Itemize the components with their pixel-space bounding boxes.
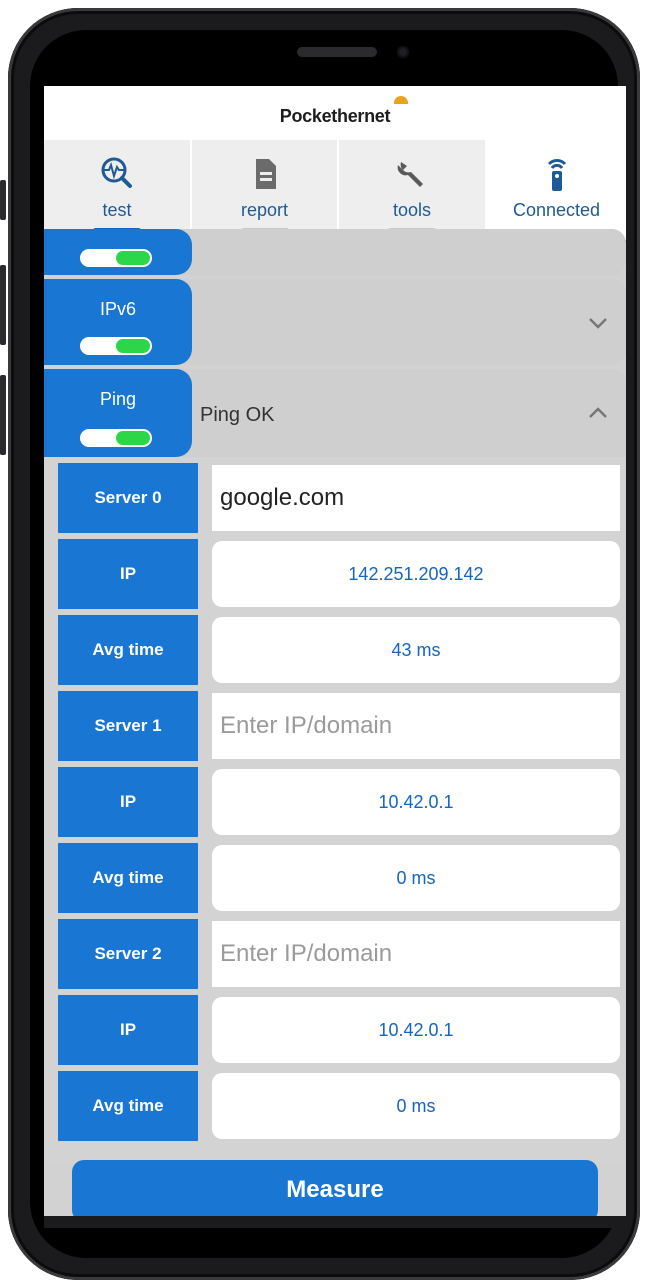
ping-toggle[interactable] [80, 429, 152, 447]
server2-input[interactable] [212, 921, 620, 987]
avg0-value: 43 ms [212, 617, 620, 683]
section-row-previous[interactable] [44, 229, 626, 275]
avg2-label: Avg time [58, 1071, 198, 1141]
server0-input[interactable] [212, 465, 620, 531]
bluetooth-device-icon [487, 154, 626, 194]
brand-logo-icon [394, 96, 408, 104]
app-header: Pockethernet [44, 86, 626, 140]
tab-report[interactable]: report [192, 140, 337, 240]
document-icon [192, 154, 337, 194]
side-button-volume-up [0, 265, 6, 345]
tab-test[interactable]: test [44, 140, 190, 240]
toggle-knob [116, 251, 150, 265]
app-screen: Pockethernet test report tools Connected… [44, 86, 626, 1216]
ip2-value: 10.42.0.1 [212, 997, 620, 1063]
ipv6-toggle[interactable] [80, 337, 152, 355]
tab-test-label: test [102, 200, 132, 220]
server1-input[interactable] [212, 693, 620, 759]
bottom-bezel [44, 1216, 626, 1228]
avg1-label: Avg time [58, 843, 198, 913]
toggle-knob [116, 431, 150, 445]
server0-label: Server 0 [58, 463, 198, 533]
ping-status: Ping OK [200, 404, 275, 426]
ip1-value: 10.42.0.1 [212, 769, 620, 835]
avg2-value: 0 ms [212, 1073, 620, 1139]
ping-row-ip1: IP 10.42.0.1 [56, 767, 620, 837]
test-content: IPv6 Ping Ping OK Server 0 I [44, 229, 626, 1216]
chevron-up-icon[interactable] [586, 401, 610, 425]
ping-row-ip0: IP 142.251.209.142 [56, 539, 620, 609]
ping-row-server1: Server 1 [56, 691, 620, 761]
server1-label: Server 1 [58, 691, 198, 761]
avg1-value: 0 ms [212, 845, 620, 911]
front-camera [397, 46, 409, 58]
ping-panel: Server 0 IP 142.251.209.142 Avg time 43 … [44, 457, 626, 1162]
section-toggle[interactable] [80, 249, 152, 267]
brand-title: Pockethernet [279, 106, 391, 126]
ping-badge: Ping [44, 369, 192, 457]
ip2-label: IP [58, 995, 198, 1065]
ping-label: Ping [99, 389, 137, 409]
tab-connected-label: Connected [512, 200, 601, 220]
ping-row-server0: Server 0 [56, 463, 620, 533]
section-row-ipv6[interactable]: IPv6 [44, 279, 626, 365]
section-badge [44, 229, 192, 275]
tab-tools-label: tools [392, 200, 432, 220]
server2-label: Server 2 [58, 919, 198, 989]
wrench-icon [339, 154, 485, 194]
chevron-down-icon[interactable] [586, 311, 610, 335]
avg0-label: Avg time [58, 615, 198, 685]
ip1-label: IP [58, 767, 198, 837]
ipv6-badge: IPv6 [44, 279, 192, 365]
side-button-mute [0, 180, 6, 220]
ping-row-avg2: Avg time 0 ms [56, 1071, 620, 1141]
tab-connected[interactable]: Connected [487, 140, 626, 240]
ipv6-label: IPv6 [99, 299, 137, 319]
ip0-label: IP [58, 539, 198, 609]
section-row-ping[interactable]: Ping Ping OK [44, 369, 626, 457]
measure-button[interactable]: Measure [72, 1160, 598, 1216]
tab-report-label: report [240, 200, 289, 220]
ping-row-avg1: Avg time 0 ms [56, 843, 620, 913]
toggle-knob [116, 339, 150, 353]
ping-row-avg0: Avg time 43 ms [56, 615, 620, 685]
tab-bar: test report tools Connected [44, 140, 626, 243]
ip0-value: 142.251.209.142 [212, 541, 620, 607]
ping-row-server2: Server 2 [56, 919, 620, 989]
pulse-magnifier-icon [44, 154, 190, 194]
tab-tools[interactable]: tools [339, 140, 485, 240]
speaker-grille [297, 47, 377, 57]
ping-row-ip2: IP 10.42.0.1 [56, 995, 620, 1065]
side-button-volume-down [0, 375, 6, 455]
